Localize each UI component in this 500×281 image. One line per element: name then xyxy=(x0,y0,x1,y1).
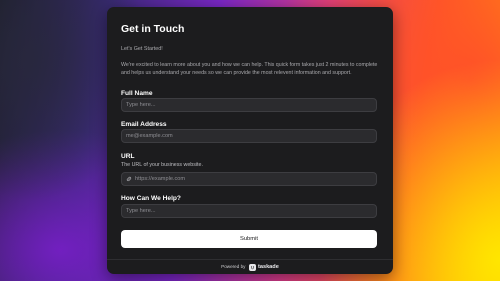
help-input[interactable]: Type here... xyxy=(121,204,377,218)
url-label: URL xyxy=(121,153,135,160)
email-label: Email Address xyxy=(121,121,167,128)
email-placeholder: me@example.com xyxy=(126,133,173,139)
full-name-label: Full Name xyxy=(121,90,153,97)
help-placeholder: Type here... xyxy=(126,208,156,214)
url-placeholder: https://example.com xyxy=(135,176,186,182)
powered-by-text: Powered by xyxy=(221,264,246,269)
help-label: How Can We Help? xyxy=(121,195,181,202)
contact-form-card: Get in Touch Let's Get Started! We're ex… xyxy=(107,7,393,274)
full-name-input[interactable]: Type here... xyxy=(121,98,377,112)
url-help-text: The URL of your business website. xyxy=(121,162,203,168)
form-title: Get in Touch xyxy=(121,23,185,35)
link-icon xyxy=(126,173,134,185)
form-description: We're excited to learn more about you an… xyxy=(121,62,378,76)
taskade-brand: taskade xyxy=(257,264,279,270)
powered-by-footer[interactable]: Powered by taskade xyxy=(107,259,393,274)
form-subtitle: Let's Get Started! xyxy=(121,46,163,52)
url-input[interactable]: https://example.com xyxy=(121,172,377,186)
submit-button[interactable]: Submit xyxy=(121,230,377,248)
full-name-placeholder: Type here... xyxy=(126,102,156,108)
email-input[interactable]: me@example.com xyxy=(121,129,377,143)
taskade-logo-icon xyxy=(248,263,256,271)
